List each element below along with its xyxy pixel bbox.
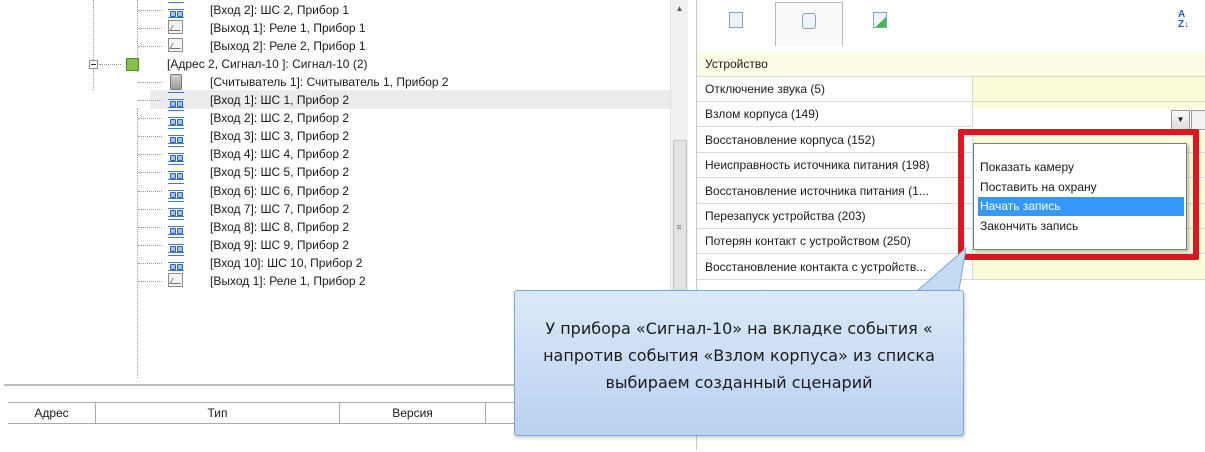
tree-guide — [138, 28, 162, 30]
section-title: Устройство — [705, 57, 768, 71]
tree-guide — [138, 46, 162, 48]
device-icon — [126, 58, 139, 72]
tree-guide — [138, 208, 162, 211]
input-icon — [168, 218, 184, 235]
tree-guide — [138, 190, 162, 193]
event-name: Восстановление источника питания (1... — [705, 183, 929, 198]
sort-az-icon[interactable]: A Z↓ — [1178, 10, 1200, 32]
properties-toolbar: A Z↓ — [697, 0, 1205, 53]
tree-guide — [138, 10, 162, 12]
tree-node-label: [Вход 6]: ШС 6, Прибор 2 — [210, 183, 350, 198]
tree-node-label: [Вход 7]: ШС 7, Прибор 2 — [210, 201, 350, 216]
tree-node[interactable]: [Вход 10]: ШС 10, Прибор 2 — [4, 254, 664, 272]
tree-guide — [138, 100, 162, 102]
reader-icon — [170, 74, 182, 91]
tree-node-label: [Вход 9]: ШС 9, Прибор 2 — [210, 237, 350, 252]
tree-node[interactable]: [Выход 1]: Реле 1, Прибор 1 — [4, 19, 664, 37]
tree-node-label: [Вход 8]: ШС 8, Прибор 2 — [210, 219, 350, 234]
tree-guide — [138, 172, 162, 174]
tree-guide — [138, 262, 162, 265]
input-icon — [168, 146, 184, 163]
tree-guide — [138, 82, 162, 84]
tree-guide — [99, 64, 121, 66]
tree-node-label: [Адрес 2, Сигнал-10 ]: Сигнал-10 (2) — [167, 57, 368, 72]
tree-node[interactable]: [Вход 7]: ШС 7, Прибор 2 — [4, 200, 664, 218]
column-header-type[interactable]: Тип — [96, 403, 340, 423]
input-icon — [168, 236, 184, 253]
tree-node[interactable]: [Вход 2]: ШС 2, Прибор 1 — [4, 1, 664, 19]
tree-guide — [138, 136, 162, 138]
tree-node[interactable]: [Вход 4]: ШС 4, Прибор 2 — [4, 145, 664, 163]
tree-node[interactable]: [Вход 2]: ШС 2, Прибор 2 — [4, 109, 664, 127]
tree-node-label: [Считыватель 1]: Считыватель 1, Прибор 2 — [210, 75, 449, 90]
tab-add[interactable] — [847, 2, 915, 46]
tree-node-device[interactable]: [Адрес 2, Сигнал-10 ]: Сигнал-10 (2) — [4, 55, 664, 73]
document-icon — [729, 12, 743, 28]
input-icon — [168, 92, 184, 109]
red-highlight-frame — [958, 129, 1199, 260]
chevron-down-icon[interactable]: ▼ — [1171, 110, 1190, 130]
input-icon — [168, 128, 184, 145]
tree-node[interactable]: [Вход 9]: ШС 9, Прибор 2 — [4, 236, 664, 254]
section-header[interactable]: Устройство — [697, 52, 1205, 77]
tree-node-label: [Вход 3]: ШС 3, Прибор 2 — [210, 129, 350, 144]
scroll-up-arrow-icon[interactable]: ▲ — [671, 0, 688, 17]
tree-guide — [138, 154, 162, 156]
tree-node[interactable]: [Выход 1]: Реле 1, Прибор 2 — [4, 272, 664, 290]
event-name: Отключение звука (5) — [705, 82, 826, 96]
event-name: Восстановление корпуса (152) — [705, 132, 876, 147]
input-icon — [168, 254, 184, 271]
tree-node-label: [Вход 2]: ШС 2, Прибор 1 — [210, 3, 350, 17]
tree-guide — [138, 226, 162, 229]
event-scenario-value[interactable] — [973, 77, 1205, 101]
input-icon — [168, 182, 184, 199]
tree-node-label: [Вход 5]: ШС 5, Прибор 2 — [210, 165, 350, 180]
scroll-grip-icon: ≡ — [676, 222, 682, 232]
relay-icon — [168, 272, 183, 287]
relay-icon — [168, 20, 183, 35]
event-row[interactable]: Отключение звука (5) — [697, 77, 1205, 102]
relay-icon — [168, 38, 183, 53]
tree-guide — [138, 280, 162, 283]
tree-node[interactable]: [Выход 2]: Реле 2, Прибор 1 — [4, 37, 664, 55]
tab-events[interactable] — [775, 2, 843, 46]
events-icon — [802, 13, 816, 29]
tree-node-label: [Выход 1]: Реле 1, Прибор 2 — [210, 273, 366, 288]
ellipsis-button[interactable] — [1191, 110, 1205, 130]
event-name: Взлом корпуса (149) — [705, 107, 819, 122]
event-name: Неисправность источника питания (198) — [705, 158, 930, 173]
tree-guide — [138, 244, 162, 247]
instruction-callout: У прибора «Сигнал-10» на вкладке события… — [514, 290, 964, 436]
tree-node-label: [Вход 10]: ШС 10, Прибор 2 — [210, 255, 363, 270]
tree-node-label: [Вход 4]: ШС 4, Прибор 2 — [210, 147, 350, 162]
input-icon — [168, 164, 184, 181]
tree-node[interactable]: [Считыватель 1]: Считыватель 1, Прибор 2 — [4, 73, 664, 91]
tree-node[interactable]: [Вход 5]: ШС 5, Прибор 2 — [4, 163, 664, 181]
callout-text: У прибора «Сигнал-10» на вкладке события… — [543, 319, 935, 392]
tree-node-label: [Вход 1]: ШС 1, Прибор 2 — [210, 93, 350, 108]
tree-node[interactable]: [Вход 3]: ШС 3, Прибор 2 — [4, 127, 664, 145]
add-document-icon — [873, 12, 887, 28]
collapse-icon[interactable] — [89, 60, 98, 70]
column-header-address[interactable]: Адрес — [8, 403, 96, 423]
tree-node[interactable]: [Вход 6]: ШС 6, Прибор 2 — [4, 182, 664, 200]
event-name: Перезапуск устройства (203) — [705, 209, 866, 223]
tree-node-label: [Выход 2]: Реле 2, Прибор 1 — [210, 39, 366, 54]
tree-node-label: [Вход 2]: ШС 2, Прибор 2 — [210, 111, 350, 126]
input-icon — [168, 2, 184, 18]
input-icon — [168, 200, 184, 217]
column-header-version[interactable]: Версия — [340, 403, 486, 423]
tree-node[interactable]: [Вход 8]: ШС 8, Прибор 2 — [4, 218, 664, 236]
input-icon — [168, 110, 184, 127]
tab-properties[interactable] — [703, 2, 771, 46]
tree-node-label: [Выход 1]: Реле 1, Прибор 1 — [210, 21, 366, 36]
tree-guide — [138, 118, 162, 120]
tree-node[interactable]: [Вход 1]: ШС 1, Прибор 2 — [4, 91, 664, 109]
